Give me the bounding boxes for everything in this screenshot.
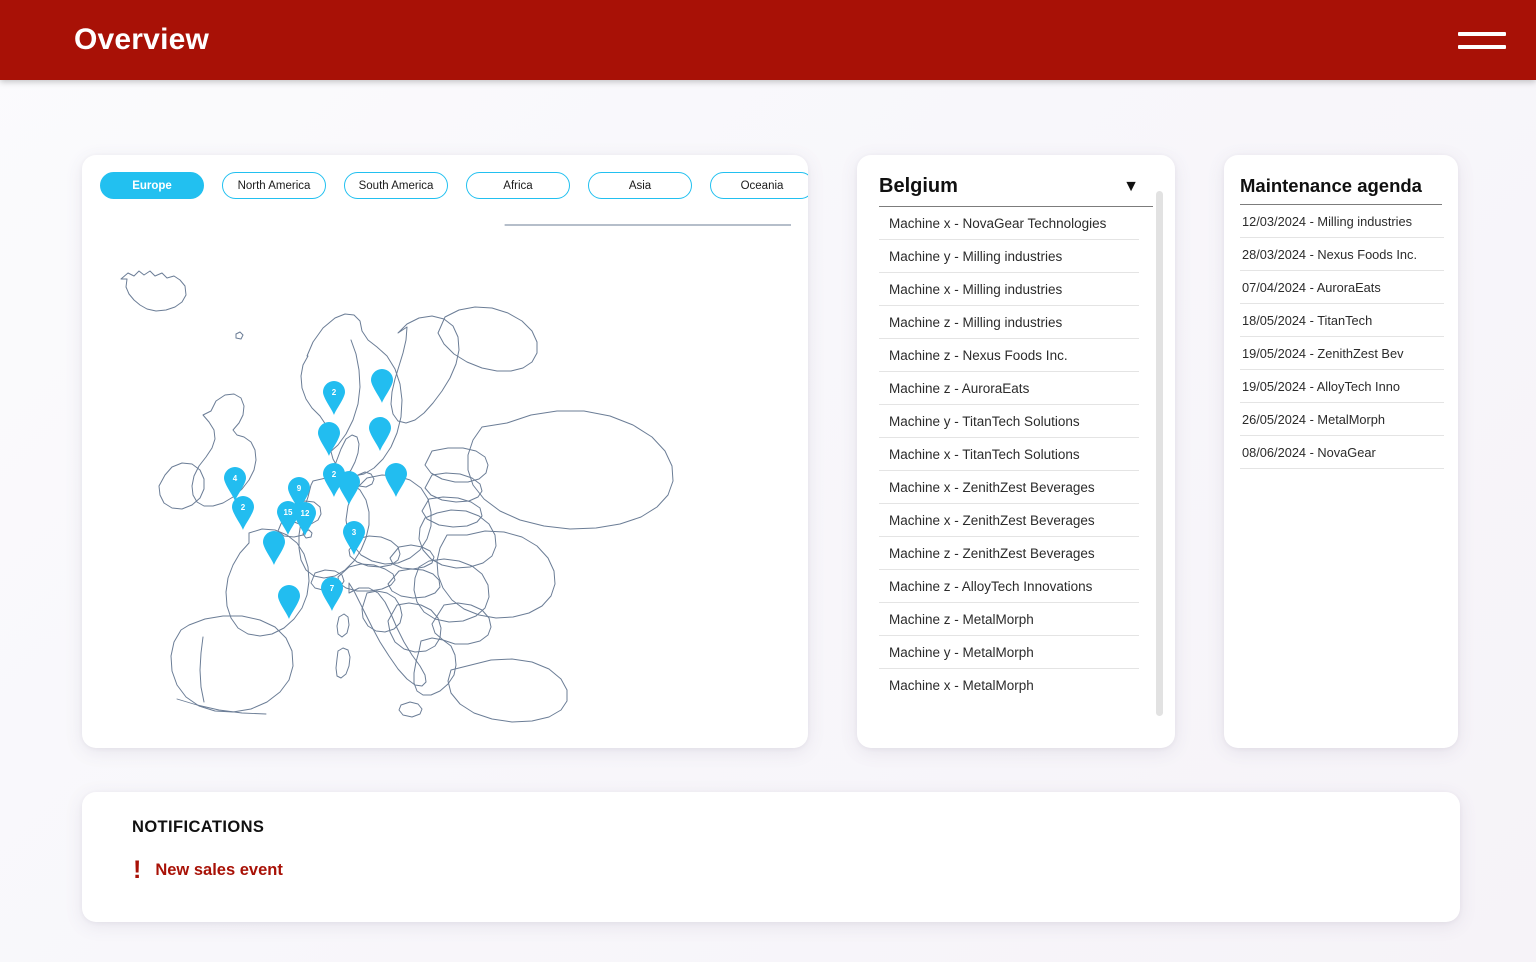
machine-list-item[interactable]: Machine y - TitanTech Solutions <box>879 405 1139 438</box>
map-marker-count: 2 <box>332 470 337 479</box>
notifications-title: NOTIFICATIONS <box>132 818 1426 837</box>
europe-map[interactable]: 2 4 2 9 2 15 12 3 7 <box>99 213 791 733</box>
map-marker-pin[interactable] <box>278 585 300 619</box>
region-tab-africa[interactable]: Africa <box>466 172 570 199</box>
notification-list: ! New sales event <box>132 858 1426 883</box>
machine-list-item[interactable]: Machine x - ZenithZest Beverages <box>879 471 1139 504</box>
machine-list-item[interactable]: Machine y - MetalMorph <box>879 636 1139 669</box>
machine-list-item[interactable]: Machine z - MetalMorph <box>879 603 1139 636</box>
map-marker-pin[interactable] <box>263 531 285 565</box>
page-title: Overview <box>74 23 209 57</box>
map-marker-pin[interactable] <box>318 422 340 456</box>
map-marker-pin[interactable] <box>338 471 360 505</box>
map-marker-pin[interactable]: 7 <box>321 577 343 611</box>
map-panel: Europe North America South America Africa As… <box>82 155 808 748</box>
machine-list-item[interactable]: Machine x - MetalMorph <box>879 669 1139 701</box>
map-marker-count: 2 <box>332 388 337 397</box>
notifications-panel: NOTIFICATIONS ! New sales event <box>82 792 1460 922</box>
map-marker-pin[interactable]: 4 <box>224 467 246 501</box>
machine-list-item[interactable]: Machine z - Milling industries <box>879 306 1139 339</box>
agenda-list-item[interactable]: 07/04/2024 - AuroraEats <box>1240 271 1444 304</box>
machine-list-item[interactable]: Machine x - ZenithZest Beverages <box>879 504 1139 537</box>
map-marker-pin[interactable] <box>385 463 407 497</box>
machines-panel: Belgium ▼ Machine x - NovaGear Technolog… <box>857 155 1175 748</box>
hamburger-bar <box>1458 45 1506 49</box>
main-content: Europe North America South America Africa As… <box>0 80 1536 748</box>
agenda-list-item[interactable]: 08/06/2024 - NovaGear <box>1240 436 1444 469</box>
machine-list-item[interactable]: Machine z - AuroraEats <box>879 372 1139 405</box>
machine-list-item[interactable]: Machine x - TitanTech Solutions <box>879 438 1139 471</box>
hamburger-menu-icon[interactable] <box>1458 23 1506 57</box>
map-marker-count: 4 <box>233 474 238 483</box>
region-tab-north-america[interactable]: North America <box>222 172 326 199</box>
map-marker-pin[interactable] <box>371 369 393 403</box>
machine-list-item[interactable]: Machine y - Milling industries <box>879 240 1139 273</box>
notification-text: New sales event <box>155 861 283 880</box>
map-marker-count: 15 <box>284 508 293 517</box>
agenda-list-item[interactable]: 12/03/2024 - Milling industries <box>1240 205 1444 238</box>
machine-list-item[interactable]: Machine z - ZenithZest Beverages <box>879 537 1139 570</box>
exclamation-icon: ! <box>133 858 141 883</box>
machine-list-scrollbar[interactable] <box>1156 191 1163 716</box>
machine-list-item[interactable]: Machine z - AlloyTech Innovations <box>879 570 1139 603</box>
hamburger-bar <box>1458 32 1506 36</box>
agenda-list-item[interactable]: 26/05/2024 - MetalMorph <box>1240 403 1444 436</box>
agenda-list-item[interactable]: 28/03/2024 - Nexus Foods Inc. <box>1240 238 1444 271</box>
region-tab-oceania[interactable]: Oceania <box>710 172 808 199</box>
machine-list[interactable]: Machine x - NovaGear TechnologiesMachine… <box>879 207 1139 701</box>
map-marker-count: 7 <box>330 584 335 593</box>
region-tab-bar: Europe North America South America Africa As… <box>99 172 791 199</box>
map-marker-count: 12 <box>301 509 310 518</box>
chevron-down-icon[interactable]: ▼ <box>1123 179 1139 195</box>
map-marker-pin[interactable]: 2 <box>232 496 254 530</box>
region-tab-south-america[interactable]: South America <box>344 172 448 199</box>
agenda-list: 12/03/2024 - Milling industries28/03/202… <box>1240 205 1444 469</box>
agenda-list-item[interactable]: 19/05/2024 - AlloyTech Inno <box>1240 370 1444 403</box>
agenda-title: Maintenance agenda <box>1240 175 1442 205</box>
machine-list-item[interactable]: Machine z - Nexus Foods Inc. <box>879 339 1139 372</box>
map-marker-pin[interactable] <box>369 417 391 451</box>
machine-list-item[interactable]: Machine x - Milling industries <box>879 273 1139 306</box>
map-marker-pin[interactable]: 2 <box>323 381 345 415</box>
agenda-list-item[interactable]: 18/05/2024 - TitanTech <box>1240 304 1444 337</box>
map-marker-pin[interactable]: 12 <box>294 502 316 536</box>
agenda-list-item[interactable]: 19/05/2024 - ZenithZest Bev <box>1240 337 1444 370</box>
notification-item[interactable]: ! New sales event <box>132 858 1426 883</box>
map-marker-pin[interactable]: 3 <box>343 521 365 555</box>
country-name: Belgium <box>879 175 958 198</box>
app-header: Overview <box>0 0 1536 80</box>
country-selector[interactable]: Belgium ▼ <box>879 175 1153 207</box>
machine-list-item[interactable]: Machine x - NovaGear Technologies <box>879 207 1139 240</box>
maintenance-agenda-panel: Maintenance agenda 12/03/2024 - Milling … <box>1224 155 1458 748</box>
region-tab-asia[interactable]: Asia <box>588 172 692 199</box>
map-marker-count: 3 <box>352 528 357 537</box>
map-marker-count: 9 <box>297 484 302 493</box>
region-tab-europe[interactable]: Europe <box>100 172 204 199</box>
map-marker-count: 2 <box>241 503 246 512</box>
